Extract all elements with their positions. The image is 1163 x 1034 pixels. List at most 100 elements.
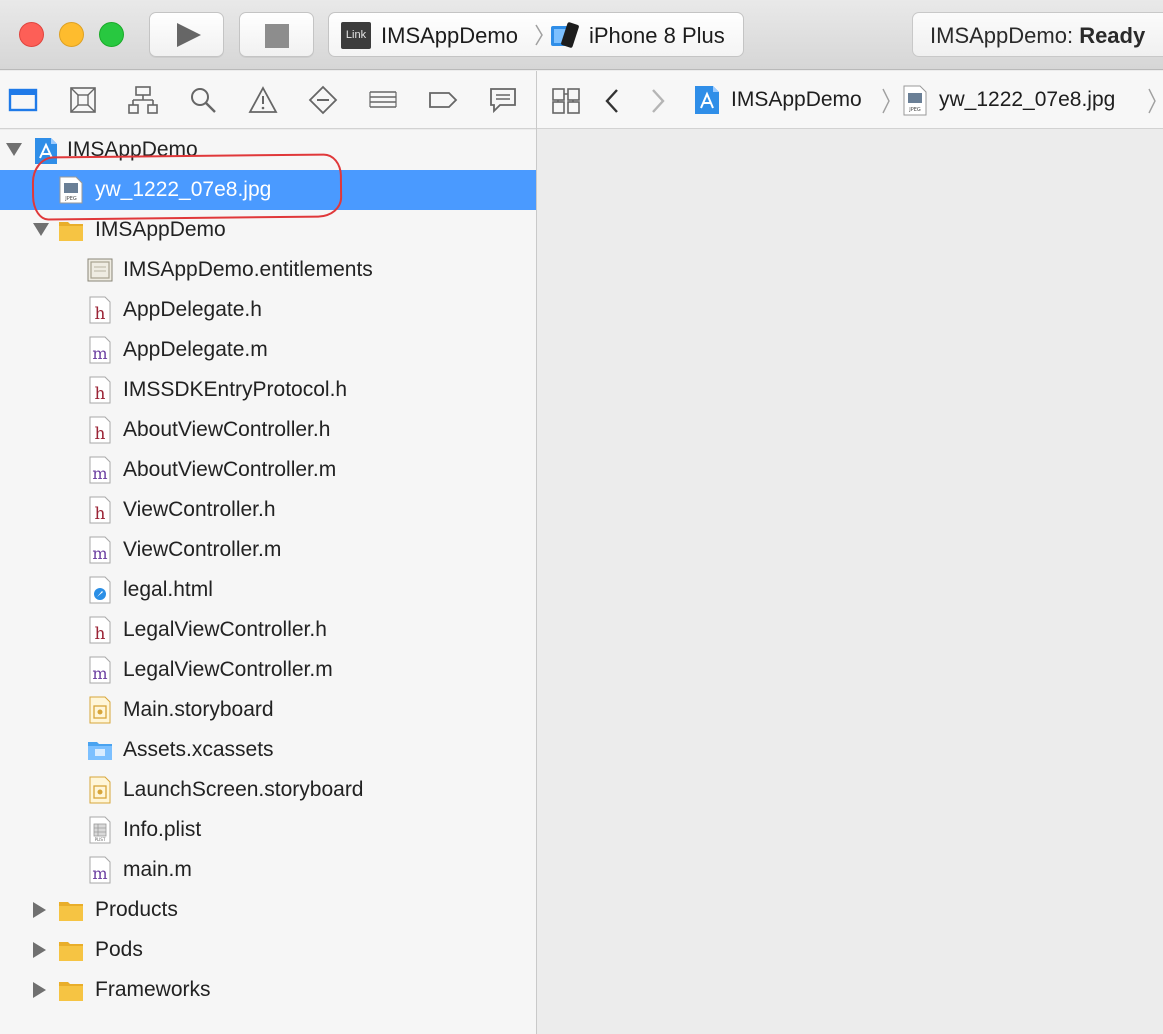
tree-file-row[interactable]: h LegalViewController.h bbox=[0, 610, 536, 650]
svg-text:m: m bbox=[92, 864, 107, 883]
tree-item-label: AboutViewController.h bbox=[123, 418, 331, 441]
jump-bar-file[interactable]: yw_1222_07e8.jpg bbox=[939, 71, 1115, 129]
svg-text:h: h bbox=[95, 424, 106, 444]
scheme-selector[interactable]: Link IMSAppDemo iPhone 8 Plus bbox=[328, 12, 744, 57]
status-state: Ready bbox=[1079, 23, 1146, 48]
tree-item-label: LegalViewController.m bbox=[123, 658, 333, 681]
svg-text:h: h bbox=[95, 384, 106, 404]
svg-text:PLIST: PLIST bbox=[95, 837, 106, 842]
related-items-icon[interactable] bbox=[552, 88, 580, 114]
tree-file-row[interactable]: Assets.xcassets bbox=[0, 730, 536, 770]
back-icon[interactable] bbox=[604, 88, 620, 114]
tree-file-row[interactable]: IMSAppDemo bbox=[0, 130, 536, 170]
disclosure-open-icon[interactable] bbox=[33, 223, 49, 236]
tree-group-row[interactable]: IMSAppDemo bbox=[0, 210, 536, 250]
svg-text:JPEG: JPEG bbox=[908, 107, 921, 113]
minimize-window-button[interactable] bbox=[59, 22, 84, 47]
header-file-icon: h bbox=[89, 296, 111, 324]
tree-group-row[interactable]: Pods bbox=[0, 930, 536, 970]
html-file-icon bbox=[89, 576, 111, 604]
jpeg-file-icon: JPEG bbox=[903, 85, 927, 116]
scheme-link-icon: Link bbox=[341, 22, 371, 49]
run-button[interactable] bbox=[149, 12, 224, 57]
source-control-icon[interactable] bbox=[68, 85, 98, 115]
tree-item-label: IMSSDKEntryProtocol.h bbox=[123, 378, 348, 401]
tree-file-row[interactable]: legal.html bbox=[0, 570, 536, 610]
svg-text:m: m bbox=[92, 344, 107, 363]
storyboard-file-icon bbox=[89, 696, 111, 724]
test-navigator-icon[interactable] bbox=[308, 85, 338, 115]
disclosure-open-icon[interactable] bbox=[6, 143, 22, 156]
project-navigator-icon[interactable] bbox=[8, 85, 38, 115]
tree-file-row[interactable]: h ViewController.h bbox=[0, 490, 536, 530]
stop-button[interactable] bbox=[239, 12, 314, 57]
xcode-project-icon bbox=[35, 138, 57, 164]
tree-group-row[interactable]: Products bbox=[0, 890, 536, 930]
tree-file-row[interactable]: h AboutViewController.h bbox=[0, 410, 536, 450]
tree-file-row[interactable]: h AppDelegate.h bbox=[0, 290, 536, 330]
header-file-icon: h bbox=[89, 416, 111, 444]
breakpoint-navigator-icon[interactable] bbox=[428, 85, 458, 115]
scheme-name[interactable]: IMSAppDemo bbox=[381, 13, 518, 58]
tree-file-row[interactable]: m AboutViewController.m bbox=[0, 450, 536, 490]
tree-file-row[interactable]: m main.m bbox=[0, 850, 536, 890]
find-navigator-icon[interactable] bbox=[188, 85, 218, 115]
objc-file-icon: m bbox=[89, 856, 111, 884]
tree-item-label: Pods bbox=[95, 938, 143, 961]
storyboard-file-icon bbox=[89, 776, 111, 804]
folder-icon bbox=[59, 222, 83, 241]
folder-icon bbox=[59, 942, 83, 961]
svg-text:JPEG: JPEG bbox=[64, 196, 77, 202]
debug-navigator-icon[interactable] bbox=[368, 85, 398, 115]
close-window-button[interactable] bbox=[19, 22, 44, 47]
tree-item-label: LaunchScreen.storyboard bbox=[123, 778, 364, 801]
tree-file-row[interactable]: m AppDelegate.m bbox=[0, 330, 536, 370]
tree-file-row[interactable]: IMSAppDemo.entitlements bbox=[0, 250, 536, 290]
svg-text:h: h bbox=[95, 504, 106, 524]
plist-file-icon: PLIST bbox=[89, 816, 111, 844]
svg-text:h: h bbox=[95, 304, 106, 324]
device-name[interactable]: iPhone 8 Plus bbox=[589, 13, 725, 58]
tree-file-row[interactable]: PLIST Info.plist bbox=[0, 810, 536, 850]
tree-item-label: main.m bbox=[123, 858, 192, 881]
disclosure-closed-icon[interactable] bbox=[33, 982, 46, 998]
entitlements-file-icon bbox=[87, 258, 113, 282]
tree-group-row[interactable]: Frameworks bbox=[0, 970, 536, 1010]
report-navigator-icon[interactable] bbox=[488, 85, 518, 115]
disclosure-closed-icon[interactable] bbox=[33, 942, 46, 958]
objc-file-icon: m bbox=[89, 336, 111, 364]
objc-file-icon: m bbox=[89, 536, 111, 564]
forward-icon[interactable] bbox=[650, 88, 666, 114]
chevron-right-icon bbox=[882, 88, 890, 114]
project-navigator: IMSAppDemo JPEG yw_1222_07e8.jpg IMSAppDemo… bbox=[0, 130, 536, 1034]
disclosure-closed-icon[interactable] bbox=[33, 902, 46, 918]
symbol-navigator-icon[interactable] bbox=[128, 85, 158, 115]
header-file-icon: h bbox=[89, 376, 111, 404]
tree-item-label: IMSAppDemo.entitlements bbox=[123, 258, 373, 281]
svg-text:m: m bbox=[92, 544, 107, 563]
tree-file-row[interactable]: JPEG yw_1222_07e8.jpg bbox=[0, 170, 536, 210]
svg-text:m: m bbox=[92, 664, 107, 683]
zoom-window-button[interactable] bbox=[99, 22, 124, 47]
tree-item-label: yw_1222_07e8.jpg bbox=[95, 178, 272, 201]
issue-navigator-icon[interactable] bbox=[248, 85, 278, 115]
tree-file-row[interactable]: m LegalViewController.m bbox=[0, 650, 536, 690]
tree-item-label: IMSAppDemo bbox=[95, 218, 226, 241]
tree-file-row[interactable]: Main.storyboard bbox=[0, 690, 536, 730]
tree-item-label: AppDelegate.m bbox=[123, 338, 268, 361]
tree-file-row[interactable]: h IMSSDKEntryProtocol.h bbox=[0, 370, 536, 410]
tree-item-label: ViewController.m bbox=[123, 538, 282, 561]
chevron-right-icon bbox=[535, 24, 543, 46]
tree-item-label: Main.storyboard bbox=[123, 698, 274, 721]
xcode-project-icon bbox=[695, 86, 719, 114]
tree-file-row[interactable]: LaunchScreen.storyboard bbox=[0, 770, 536, 810]
play-icon bbox=[177, 23, 201, 47]
tree-item-label: IMSAppDemo bbox=[67, 138, 198, 161]
jump-bar-project[interactable]: IMSAppDemo bbox=[731, 71, 862, 129]
tree-item-label: AboutViewController.m bbox=[123, 458, 337, 481]
tree-file-row[interactable]: m ViewController.m bbox=[0, 530, 536, 570]
folder-icon bbox=[59, 902, 83, 921]
svg-text:h: h bbox=[95, 624, 106, 644]
window-toolbar: Link IMSAppDemo iPhone 8 Plus IMSAppDemo… bbox=[0, 0, 1163, 70]
activity-status: IMSAppDemo: Ready bbox=[912, 12, 1163, 57]
